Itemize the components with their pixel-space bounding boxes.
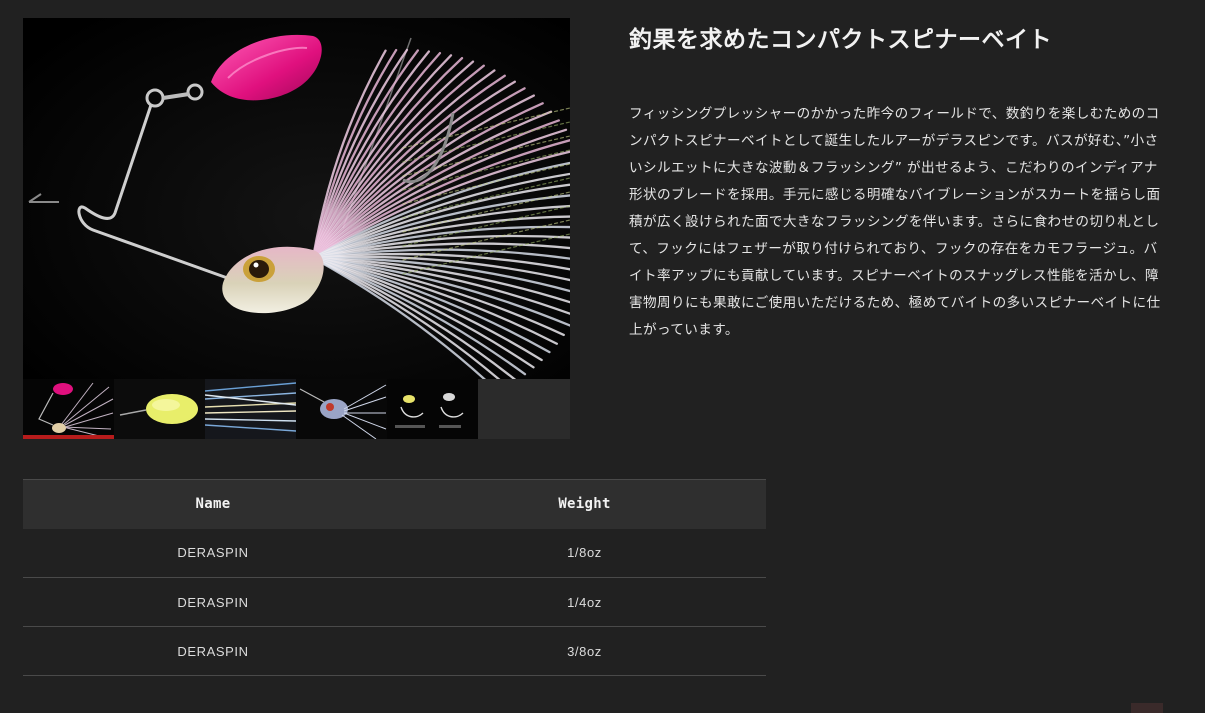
thumb-skirt-closeup[interactable] bbox=[205, 379, 296, 439]
cell-name: DERASPIN bbox=[23, 577, 403, 627]
spec-table-header-row: Name Weight bbox=[23, 479, 766, 529]
cell-weight: 1/8oz bbox=[403, 528, 766, 578]
cell-weight: 1/4oz bbox=[403, 577, 766, 627]
thumb-blade-closeup[interactable] bbox=[114, 379, 205, 439]
thumb-full-lure[interactable] bbox=[23, 379, 114, 439]
previous-image-button[interactable] bbox=[27, 186, 61, 210]
table-row: DERASPIN 1/8oz bbox=[23, 528, 766, 578]
cell-name: DERASPIN bbox=[23, 528, 403, 578]
thumb-head-closeup[interactable] bbox=[296, 379, 387, 439]
cell-weight: 3/8oz bbox=[403, 626, 766, 676]
column-header-weight: Weight bbox=[403, 479, 766, 529]
left-arrow-icon bbox=[28, 193, 59, 203]
thumbnail-strip bbox=[23, 379, 570, 439]
product-gallery bbox=[23, 18, 570, 439]
product-title: 釣果を求めたコンパクトスピナーベイト bbox=[629, 27, 1052, 53]
spec-table: Name Weight DERASPIN 1/8oz DERASPIN 1/4o… bbox=[23, 479, 766, 676]
column-header-name: Name bbox=[23, 479, 403, 529]
thumbnail-placeholder bbox=[478, 379, 570, 439]
table-row: DERASPIN 1/4oz bbox=[23, 577, 766, 627]
scroll-to-top-button[interactable] bbox=[1131, 703, 1163, 713]
thumb-color-variants[interactable] bbox=[387, 379, 478, 439]
table-row: DERASPIN 3/8oz bbox=[23, 626, 766, 676]
product-description: フィッシングプレッシャーのかかった昨今のフィールドで、数釣りを楽しむためのコンパ… bbox=[629, 106, 1161, 338]
main-product-image bbox=[23, 18, 570, 379]
cell-name: DERASPIN bbox=[23, 626, 403, 676]
